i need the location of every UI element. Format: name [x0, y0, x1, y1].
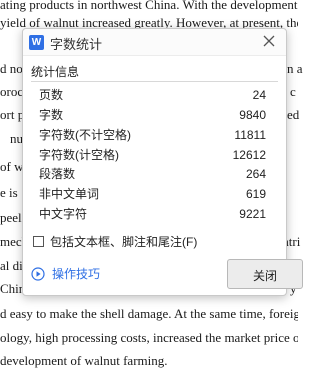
- dialog-titlebar: W 字数统计: [23, 29, 286, 56]
- stat-label: 字符数(不计空格): [39, 128, 131, 142]
- close-icon[interactable]: [260, 31, 278, 51]
- stat-value: 12612: [232, 148, 266, 162]
- stat-value: 24: [252, 88, 266, 102]
- stat-row-non-chinese-words: 非中文单词 619: [39, 184, 266, 204]
- stat-label: 字数: [39, 108, 64, 122]
- stat-value: 11811: [234, 128, 266, 142]
- stat-label: 中文字符: [39, 207, 88, 221]
- stat-row-chars-with-spaces: 字符数(计空格) 12612: [39, 145, 266, 165]
- divider: [31, 81, 278, 82]
- section-title: 统计信息: [31, 65, 80, 79]
- doc-line-fragment: atri: [283, 234, 301, 249]
- word-count-dialog: W 字数统计 统计信息 页数 24 字数 9840 字符数(不计空格) 1181…: [22, 28, 303, 296]
- close-button[interactable]: 关闭: [227, 259, 303, 289]
- doc-line: development of walnut farming.: [0, 353, 168, 368]
- stat-row-paragraphs: 段落数 264: [39, 164, 266, 184]
- doc-line: d easy to make the shell damage. At the …: [0, 306, 298, 321]
- stat-row-pages: 页数 24: [39, 85, 266, 105]
- checkbox-box[interactable]: [33, 236, 44, 247]
- stat-row-chars-no-spaces: 字符数(不计空格) 11811: [39, 125, 266, 145]
- play-circle-icon[interactable]: [31, 267, 45, 281]
- stat-row-chinese-chars: 中文字符 9221: [39, 204, 266, 224]
- stat-row-words: 字数 9840: [39, 105, 266, 125]
- checkbox-label[interactable]: 包括文本框、脚注和尾注(F): [50, 234, 197, 250]
- stat-label: 字符数(计空格): [39, 148, 119, 162]
- doc-line: ology, high processing costs, increased …: [0, 330, 298, 345]
- dialog-title: 字数统计: [50, 37, 103, 52]
- tips-label[interactable]: 操作技巧: [52, 266, 100, 282]
- doc-line-fragment: n a: [287, 61, 303, 76]
- stat-label: 段落数: [39, 167, 76, 181]
- stat-label: 非中文单词: [39, 187, 100, 201]
- stat-value: 264: [245, 167, 266, 181]
- doc-line-fragment: c: [290, 84, 296, 99]
- stat-label: 页数: [39, 88, 64, 102]
- wps-writer-icon: W: [29, 35, 44, 50]
- stat-value: 9221: [239, 207, 266, 221]
- doc-line-fragment: ed: [287, 107, 300, 122]
- stat-value: 619: [245, 187, 266, 201]
- stat-value: 9840: [239, 108, 266, 122]
